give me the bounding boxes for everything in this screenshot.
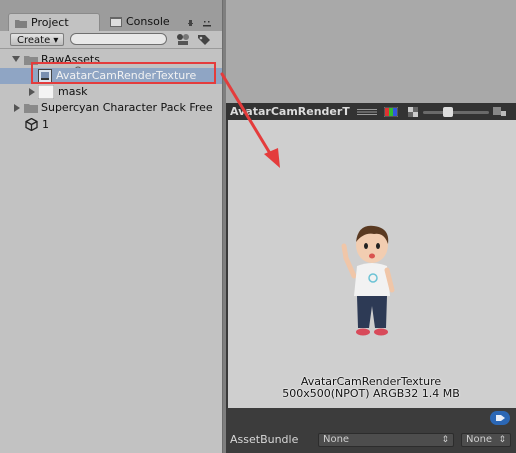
- texture-stats-line: 500x500(NPOT) ARGB32 1.4 MB: [282, 387, 460, 400]
- texture-info: AvatarCamRenderTexture 500x500(NPOT) ARG…: [226, 376, 516, 400]
- project-panel: Project Console Create ▾ RawAssets Avata…: [0, 0, 222, 453]
- filter-by-label-icon[interactable]: [196, 32, 212, 47]
- preview-footer: [226, 408, 516, 428]
- panel-tab-bar: Project Console: [0, 0, 222, 32]
- foldout-closed-icon[interactable]: [14, 104, 20, 112]
- assetbundle-variant-value: None: [466, 434, 493, 445]
- tab-console-label: Console: [126, 15, 170, 28]
- unity-scene-icon: [25, 118, 38, 131]
- assetbundle-name-dropdown[interactable]: None ⇕: [318, 433, 454, 447]
- filter-by-type-icon[interactable]: [175, 32, 191, 47]
- foldout-open-icon[interactable]: [12, 56, 20, 62]
- mip-level-slider[interactable]: [423, 111, 489, 114]
- tree-item-scene-1[interactable]: 1: [0, 117, 222, 133]
- tree-item-label: 1: [42, 118, 49, 131]
- mip-slider-thumb[interactable]: [443, 107, 453, 117]
- folder-icon: [15, 20, 27, 28]
- asset-label-icon[interactable]: [490, 411, 510, 425]
- drag-handle-icon[interactable]: [357, 109, 377, 115]
- search-input[interactable]: [70, 33, 167, 45]
- mask-asset-icon: [38, 85, 54, 99]
- create-button[interactable]: Create ▾: [10, 33, 64, 46]
- annotation-arrow: [220, 72, 280, 168]
- tree-item-supercyan[interactable]: Supercyan Character Pack Free: [0, 100, 222, 116]
- foldout-closed-icon[interactable]: [29, 88, 35, 96]
- dropdown-arrows-icon: ⇕: [498, 435, 506, 445]
- assetbundle-label: AssetBundle: [230, 433, 299, 446]
- assetbundle-name-value: None: [323, 434, 350, 445]
- dropdown-arrows-icon: ⇕: [441, 435, 449, 445]
- tab-project[interactable]: Project: [8, 13, 100, 31]
- tree-item-mask[interactable]: mask: [0, 84, 222, 100]
- annotation-highlight-box: [31, 62, 216, 84]
- avatar-character-image: [341, 225, 395, 336]
- tree-item-label: mask: [58, 85, 88, 98]
- panel-menu-icon[interactable]: [187, 16, 215, 30]
- rgb-channel-icon[interactable]: [384, 107, 398, 117]
- alpha-channel-icon[interactable]: [408, 107, 418, 117]
- tab-project-label: Project: [31, 16, 69, 29]
- project-toolbar: Create ▾: [0, 31, 222, 76]
- assetbundle-variant-dropdown[interactable]: None ⇕: [461, 433, 511, 447]
- tab-console[interactable]: Console: [104, 13, 184, 31]
- tree-item-label: Supercyan Character Pack Free: [41, 101, 213, 114]
- folder-icon: [24, 104, 38, 113]
- console-icon: [110, 17, 122, 27]
- mipmap-icon: [493, 107, 506, 116]
